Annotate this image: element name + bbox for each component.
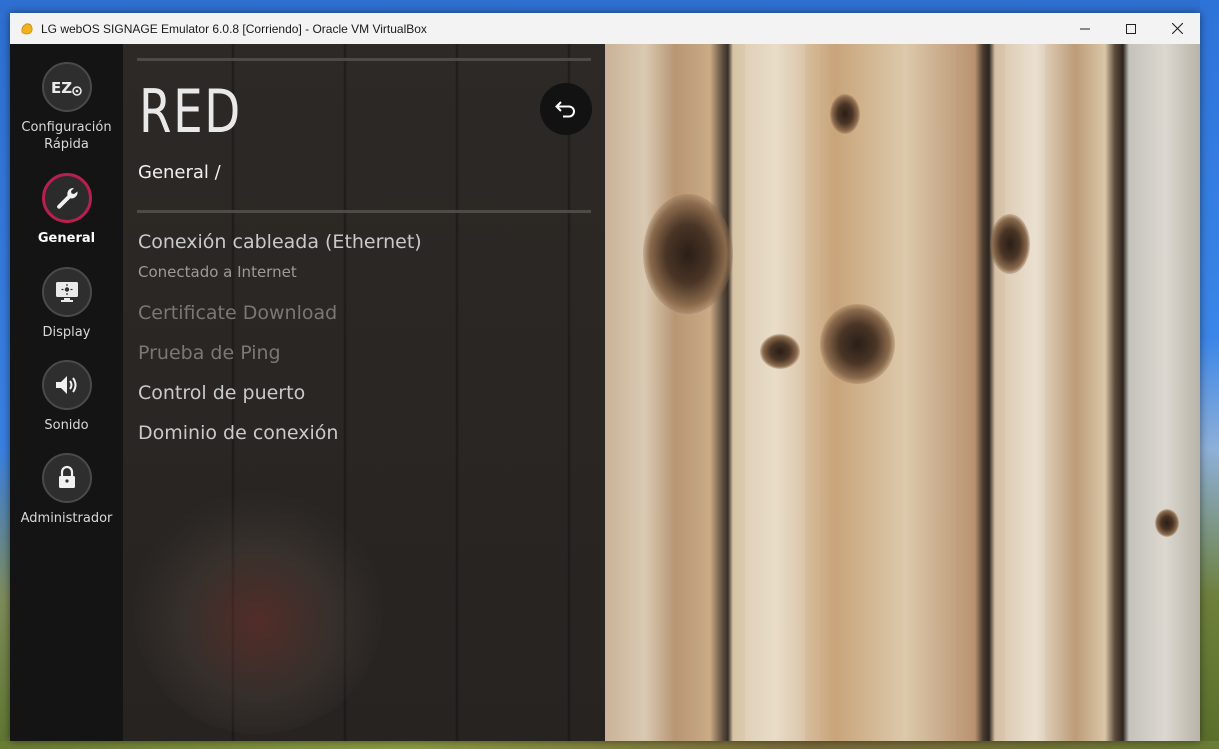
menu-item-wired-status: Conectado a Internet: [138, 263, 297, 281]
network-settings-panel: RED General / Conexión cableada (Etherne…: [123, 44, 605, 741]
wood-knot: [643, 194, 733, 314]
wood-knot: [830, 94, 860, 134]
speaker-icon: [41, 360, 92, 410]
nav-label-sound: Sonido: [44, 418, 89, 433]
menu-item-certificate-download: Certificate Download: [138, 302, 338, 324]
wood-knot: [760, 334, 800, 369]
nav-item-display[interactable]: Display: [10, 267, 123, 341]
nav-label-quick-settings: Configuración Rápida: [21, 120, 112, 152]
svg-text:EZ: EZ: [51, 79, 72, 97]
minimize-icon: [1080, 28, 1090, 29]
back-arrow-icon: [555, 101, 575, 118]
maximize-button[interactable]: [1108, 13, 1154, 44]
window-titlebar[interactable]: LG webOS SIGNAGE Emulator 6.0.8 [Corrien…: [10, 13, 1200, 44]
wood-background-image: [605, 44, 1200, 741]
virtualbox-app-icon: [21, 22, 33, 34]
window-controls: [1062, 13, 1200, 44]
page-title: RED: [139, 77, 242, 147]
plank-highlight: [745, 44, 805, 741]
virtualbox-window: LG webOS SIGNAGE Emulator 6.0.8 [Corrien…: [10, 13, 1200, 741]
back-button[interactable]: [540, 83, 592, 135]
guest-screen: EZ Configuración Rápida General Display …: [10, 44, 1200, 741]
nav-item-quick-settings[interactable]: EZ Configuración Rápida: [10, 62, 123, 153]
breadcrumb-divider: [137, 210, 591, 213]
ez-settings-icon: EZ: [41, 62, 92, 112]
wood-knot: [820, 304, 895, 384]
nav-item-admin[interactable]: Administrador: [10, 453, 123, 527]
desktop-wallpaper-right: [1200, 0, 1219, 749]
minimize-button[interactable]: [1062, 13, 1108, 44]
wood-knot: [990, 214, 1030, 274]
menu-item-ping-test: Prueba de Ping: [138, 342, 281, 364]
plank-highlight: [1005, 44, 1045, 741]
lock-icon: [41, 453, 92, 503]
top-divider: [137, 58, 591, 61]
nav-item-sound[interactable]: Sonido: [10, 360, 123, 434]
wrench-icon: [41, 173, 92, 223]
menu-item-wired-connection[interactable]: Conexión cableada (Ethernet): [138, 230, 422, 254]
breadcrumb: General /: [138, 162, 221, 183]
window-title: LG webOS SIGNAGE Emulator 6.0.8 [Corrien…: [41, 21, 427, 36]
close-icon: [1171, 23, 1183, 34]
close-button[interactable]: [1154, 13, 1200, 44]
desktop-wallpaper-bottom: [0, 741, 1219, 749]
wood-knot: [1155, 509, 1179, 537]
nav-item-general[interactable]: General: [10, 173, 123, 247]
maximize-icon: [1126, 23, 1136, 34]
settings-nav: EZ Configuración Rápida General Display …: [10, 44, 123, 741]
display-icon: [41, 267, 92, 317]
menu-item-port-control[interactable]: Control de puerto: [138, 381, 305, 405]
menu-item-connection-domain[interactable]: Dominio de conexión: [138, 421, 338, 445]
nav-label-display: Display: [42, 325, 91, 340]
desktop-wallpaper-left: [0, 0, 10, 749]
nav-label-admin: Administrador: [20, 511, 113, 526]
nav-label-general: General: [37, 231, 96, 246]
